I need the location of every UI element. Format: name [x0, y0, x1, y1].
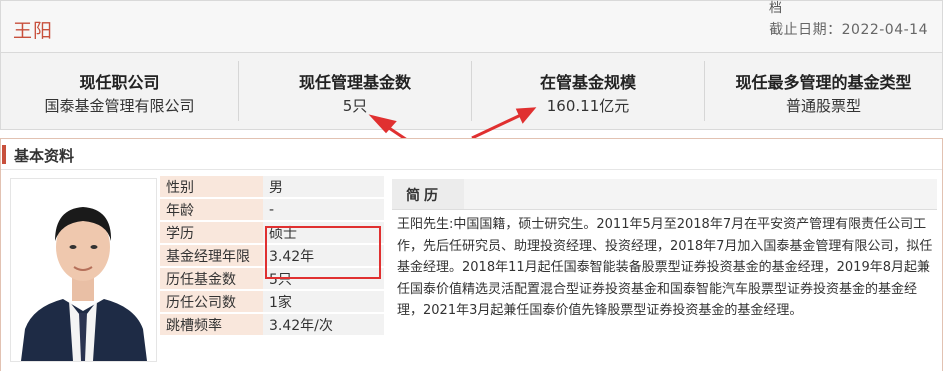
- profile-label: 基金经理年限: [160, 244, 263, 268]
- profile-label: 历任公司数: [160, 290, 263, 314]
- profile-label: 性别: [160, 176, 263, 199]
- divider: [392, 209, 937, 210]
- arrow-to-aum: [471, 112, 524, 140]
- table-row: 性别男: [160, 176, 384, 199]
- portrait-image: [11, 179, 156, 361]
- profile-label: 跳槽频率: [160, 313, 263, 337]
- highlight-box: [265, 226, 381, 279]
- bio-header: 简历: [392, 179, 937, 209]
- bio-tab-label: 简历: [406, 188, 442, 204]
- profile-value: 3.42年/次: [263, 313, 384, 337]
- profile-label: 历任基金数: [160, 267, 263, 291]
- profile-value: -: [263, 198, 384, 222]
- profile-value: 1家: [263, 290, 384, 314]
- profile-label: 学历: [160, 221, 263, 245]
- section-header: 基本资料: [1, 139, 942, 170]
- profile-label: 年龄: [160, 198, 263, 222]
- table-row: 历任公司数 1家: [160, 290, 384, 314]
- section-title: 基本资料: [14, 147, 75, 165]
- section-accent-bar: [2, 145, 6, 164]
- profile-value: 男: [263, 176, 384, 199]
- bio-text: 王阳先生:中国国籍，硕士研究生。2011年5月至2018年7月在平安资产管理有限…: [397, 217, 933, 318]
- arrowhead-aum: [515, 107, 537, 124]
- tab-bio[interactable]: 简历: [392, 179, 464, 209]
- manager-photo: [10, 178, 157, 362]
- table-row: 跳槽频率 3.42年/次: [160, 313, 384, 337]
- table-row: 年龄 -: [160, 198, 384, 222]
